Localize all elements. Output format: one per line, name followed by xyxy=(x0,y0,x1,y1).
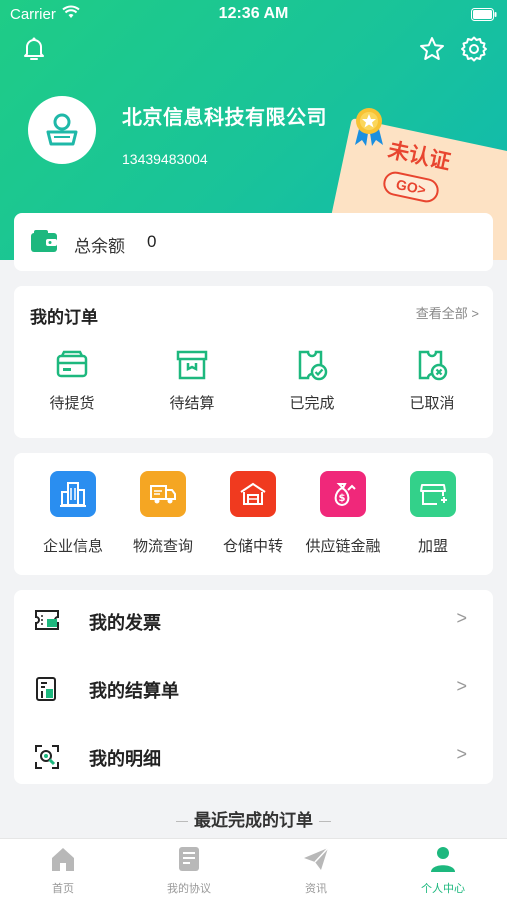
ticket-check-icon xyxy=(298,350,328,381)
recent-orders-title: 最近完成的订单 xyxy=(194,811,313,830)
order-status-label: 已取消 xyxy=(409,395,455,412)
person-icon xyxy=(431,847,455,872)
ticket-cancel-icon xyxy=(418,350,448,381)
menu-item-details[interactable]: 我的明细 > xyxy=(14,726,493,788)
user-basket-icon xyxy=(46,113,78,146)
tab-personal-center[interactable]: 个人中心 xyxy=(393,845,493,896)
truck-icon xyxy=(140,471,186,517)
menu-label: 我的明细 xyxy=(89,749,161,769)
services-card: 企业信息 物流查询 仓储中转 $ 供应链金融 加盟 xyxy=(14,453,493,575)
menu-item-statements[interactable]: 我的结算单 > xyxy=(14,658,493,720)
service-label: 供应链金融 xyxy=(305,538,381,555)
order-status-completed[interactable]: 已完成 xyxy=(262,348,362,413)
phone-number: 13439483004 xyxy=(122,151,208,167)
balance-value: 0 xyxy=(147,232,157,251)
clock: 12:36 AM xyxy=(218,5,289,22)
order-status-pending-settlement[interactable]: 待结算 xyxy=(142,348,242,413)
paper-plane-icon xyxy=(304,847,329,870)
service-supply-chain-finance[interactable]: $ 供应链金融 xyxy=(298,471,388,556)
bell-icon[interactable] xyxy=(20,35,50,65)
menu-item-invoices[interactable]: 我的发票 > xyxy=(14,590,493,652)
service-label: 企业信息 xyxy=(42,538,103,555)
service-label: 物流查询 xyxy=(132,538,193,555)
divider xyxy=(176,821,188,823)
service-enterprise-info[interactable]: 企业信息 xyxy=(28,471,118,556)
tab-label: 个人中心 xyxy=(421,883,465,895)
orders-title: 我的订单 xyxy=(30,308,98,327)
tab-label: 我的协议 xyxy=(167,883,211,895)
view-all-orders-link[interactable]: 查看全部 > xyxy=(416,303,479,322)
tab-label: 首页 xyxy=(52,883,74,895)
company-name: 北京信息科技有限公司 xyxy=(122,107,327,129)
tab-agreements[interactable]: 我的协议 xyxy=(139,845,239,896)
wallet-icon xyxy=(30,230,58,259)
status-bar: Carrier 12:36 AM xyxy=(0,0,507,30)
box-icon xyxy=(176,350,208,380)
detail-icon xyxy=(34,744,60,775)
chevron-right-icon: > xyxy=(456,744,467,764)
statement-icon xyxy=(34,676,58,707)
menu-card: 我的发票 > 我的结算单 > 我的明细 > xyxy=(14,590,493,784)
balance-card[interactable]: 总余额 0 xyxy=(14,213,493,271)
order-status-pending-pickup[interactable]: 待提货 xyxy=(22,348,122,413)
order-status-label: 已完成 xyxy=(289,395,335,412)
building-icon xyxy=(50,471,96,517)
service-logistics-query[interactable]: 物流查询 xyxy=(118,471,208,556)
money-bag-icon: $ xyxy=(320,471,366,517)
tab-bar: 首页 我的协议 资讯 个人中心 xyxy=(0,838,507,900)
menu-label: 我的结算单 xyxy=(89,681,179,701)
tab-label: 资讯 xyxy=(305,883,327,895)
agreement-icon xyxy=(179,847,199,871)
service-label: 加盟 xyxy=(417,538,448,555)
chevron-right-icon: > xyxy=(456,608,467,628)
service-warehouse-transfer[interactable]: 仓储中转 xyxy=(208,471,298,556)
service-franchise[interactable]: 加盟 xyxy=(388,471,478,556)
order-status-label: 待结算 xyxy=(169,395,215,412)
battery-icon xyxy=(471,8,497,25)
divider xyxy=(319,821,331,823)
recent-orders-heading: 最近完成的订单 xyxy=(0,806,507,831)
avatar[interactable] xyxy=(28,96,96,164)
star-icon[interactable] xyxy=(418,35,448,65)
tab-home[interactable]: 首页 xyxy=(13,845,113,896)
orders-card: 我的订单 查看全部 > 待提货 待结算 已完成 已取消 xyxy=(14,286,493,438)
service-label: 仓储中转 xyxy=(222,538,283,555)
gear-icon[interactable] xyxy=(460,35,490,65)
card-icon xyxy=(56,350,88,378)
balance-label: 总余额 xyxy=(74,237,125,256)
order-status-label: 待提货 xyxy=(49,395,95,412)
tab-news[interactable]: 资讯 xyxy=(266,845,366,896)
medal-icon xyxy=(347,103,391,147)
svg-text:$: $ xyxy=(339,493,346,504)
warehouse-icon xyxy=(230,471,276,517)
home-icon xyxy=(52,848,74,871)
invoice-icon xyxy=(34,608,60,637)
shop-icon xyxy=(410,471,456,517)
order-status-cancelled[interactable]: 已取消 xyxy=(382,348,482,413)
chevron-right-icon: > xyxy=(456,676,467,696)
menu-label: 我的发票 xyxy=(89,613,161,633)
